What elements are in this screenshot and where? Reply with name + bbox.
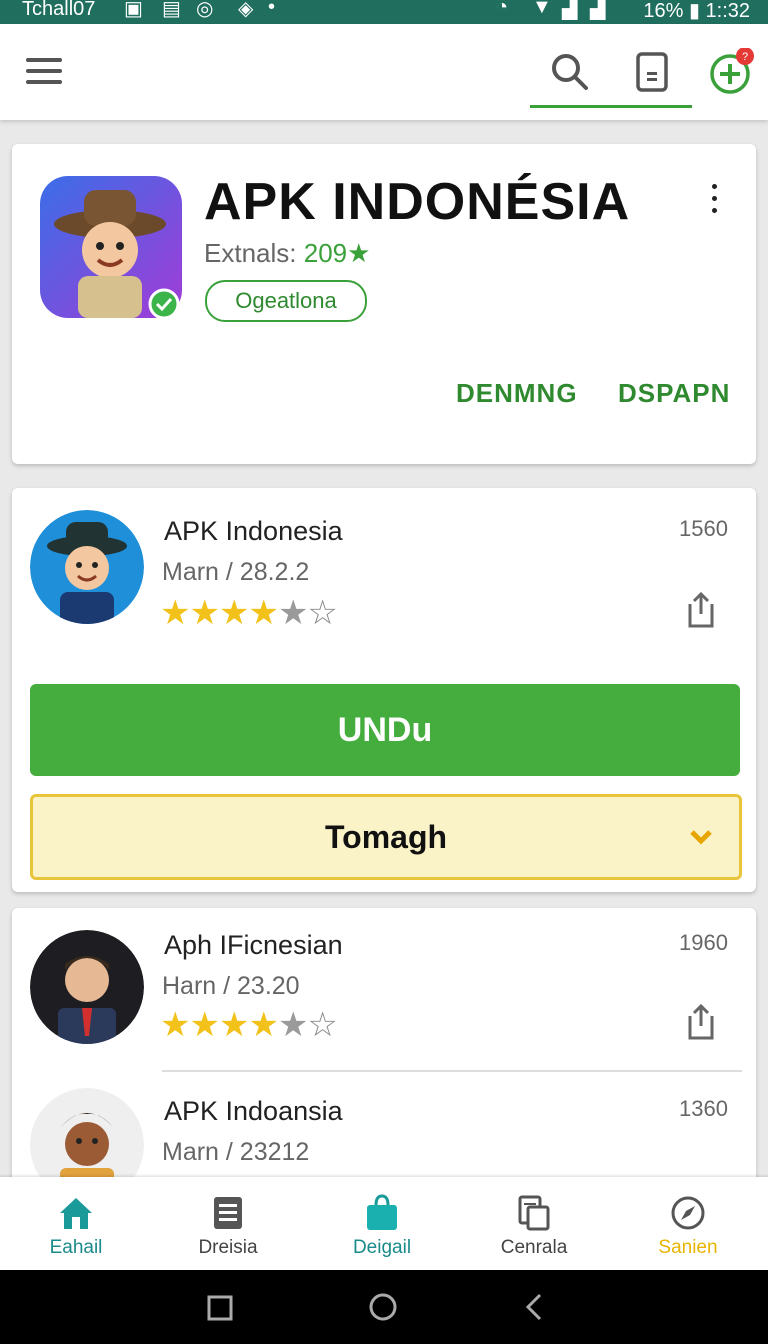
item-meta: Marn / 23212 bbox=[162, 1138, 310, 1166]
dropdown-select[interactable]: Tomagh bbox=[30, 794, 742, 880]
rating-stars: ★★★★★☆ bbox=[160, 1006, 338, 1044]
app-title: APK INDONÉSIA bbox=[204, 173, 631, 231]
star-half-icon: ★ bbox=[277, 1006, 309, 1044]
divider bbox=[162, 1070, 742, 1072]
item-title[interactable]: Aph IFicnesian bbox=[164, 930, 343, 961]
compass-icon bbox=[671, 1196, 705, 1230]
avatar[interactable] bbox=[30, 930, 144, 1044]
star-icon: ★ bbox=[218, 594, 250, 632]
hero-action-2-button[interactable]: DSPAPN bbox=[618, 378, 730, 409]
notification-icon: ◎ bbox=[196, 0, 214, 20]
app-bar: ? bbox=[0, 24, 768, 120]
download-button[interactable]: UNDu bbox=[30, 684, 740, 776]
share-icon[interactable] bbox=[684, 590, 718, 630]
nav-label: Dreisia bbox=[198, 1237, 258, 1258]
star-icon: ★ bbox=[347, 238, 371, 268]
home-icon bbox=[60, 1198, 92, 1229]
nav-item-shop[interactable]: Deigail bbox=[306, 1177, 458, 1270]
nav-label: Sanien bbox=[658, 1237, 718, 1258]
nav-item-home[interactable]: Eahail bbox=[0, 1177, 152, 1270]
avatar[interactable] bbox=[30, 510, 144, 624]
add-circle-icon[interactable]: ? bbox=[708, 48, 756, 96]
item-count: 1560 bbox=[679, 516, 728, 541]
toolbar-active-indicator bbox=[530, 105, 692, 108]
star-empty-icon: ☆ bbox=[307, 594, 338, 632]
star-icon: ★ bbox=[248, 594, 279, 632]
star-icon: ★ bbox=[160, 1006, 191, 1044]
nav-label: Cenrala bbox=[500, 1237, 568, 1258]
star-icon: ★ bbox=[248, 1006, 279, 1044]
status-bar: Tchall07 ▣ ▤ ◎ ◈ • ◔ ▼ ▟ ▟ 16% ▮ 1::32 bbox=[0, 0, 768, 24]
app-list-card: Aph IFicnesian Harn / 23.20 1960 ★★★★★☆ … bbox=[12, 908, 756, 1202]
battery-icon: ▮ bbox=[688, 0, 700, 22]
nav-item-explore[interactable]: Sanien bbox=[612, 1177, 764, 1270]
star-half-icon: ★ bbox=[277, 594, 309, 632]
signal-icon: ▟ bbox=[562, 0, 578, 20]
status-carrier: Tchall07 bbox=[22, 0, 96, 20]
app-subtitle: Extnals: 209★ bbox=[204, 238, 370, 269]
category-chip[interactable]: Ogeatlona bbox=[205, 280, 367, 322]
star-icon: ★ bbox=[218, 1006, 250, 1044]
battery-percent: 16% bbox=[643, 0, 684, 22]
status-right: 16% ▮ 1::32 bbox=[643, 0, 750, 23]
recent-apps-icon[interactable] bbox=[206, 1294, 234, 1322]
home-button-icon[interactable] bbox=[368, 1292, 398, 1322]
star-icon: ★ bbox=[189, 594, 220, 632]
alarm-icon: ◔ bbox=[496, 0, 509, 18]
item-title[interactable]: APK Indoansia bbox=[164, 1096, 343, 1127]
hero-card: APK INDONÉSIA Extnals: 209★ Ogeatlona DE… bbox=[12, 144, 756, 464]
notification-badge: ? bbox=[742, 51, 748, 63]
notification-icon: ▤ bbox=[162, 0, 181, 20]
app-icon[interactable] bbox=[40, 176, 182, 318]
item-count: 1960 bbox=[679, 930, 728, 955]
notification-icon: ▣ bbox=[124, 0, 143, 20]
app-card: APK Indonesia Marn / 28.2.2 1560 ★★★★★☆ … bbox=[12, 488, 756, 892]
item-meta: Harn / 23.20 bbox=[162, 972, 300, 1000]
star-icon: ★ bbox=[189, 1006, 220, 1044]
files-icon bbox=[518, 1195, 550, 1231]
signal-icon: ▟ bbox=[590, 0, 606, 20]
rating-stars: ★★★★★☆ bbox=[160, 594, 338, 632]
status-time: 1::32 bbox=[705, 0, 750, 22]
star-empty-icon: ☆ bbox=[307, 1006, 338, 1044]
subtitle-value: 209 bbox=[303, 238, 348, 268]
notification-icon: • bbox=[268, 0, 276, 18]
search-icon[interactable] bbox=[546, 48, 594, 96]
hero-action-1-button[interactable]: DENMNG bbox=[456, 378, 578, 409]
dropdown-label: Tomagh bbox=[324, 819, 448, 855]
chevron-down-icon bbox=[690, 830, 712, 845]
menu-icon[interactable] bbox=[26, 58, 62, 84]
notification-icon: ◈ bbox=[238, 0, 254, 20]
nav-item-list[interactable]: Dreisia bbox=[152, 1177, 304, 1270]
back-icon[interactable] bbox=[520, 1292, 548, 1322]
document-icon[interactable] bbox=[628, 48, 676, 96]
item-count: 1360 bbox=[679, 1096, 728, 1121]
star-icon: ★ bbox=[160, 594, 191, 632]
subtitle-label: Extnals: bbox=[204, 238, 297, 268]
share-icon[interactable] bbox=[684, 1002, 718, 1042]
item-meta: Marn / 28.2.2 bbox=[162, 558, 310, 586]
item-title[interactable]: APK Indonesia bbox=[164, 516, 343, 547]
wifi-icon: ▼ bbox=[532, 0, 552, 18]
nav-label: Deigail bbox=[352, 1237, 412, 1258]
bottom-navigation: Eahail Dreisia Deigail Cenrala Sanien bbox=[0, 1177, 768, 1270]
nav-label: Eahail bbox=[49, 1237, 103, 1258]
nav-item-files[interactable]: Cenrala bbox=[458, 1177, 610, 1270]
bag-icon bbox=[367, 1194, 397, 1230]
more-options-icon[interactable] bbox=[712, 184, 724, 220]
system-nav-bar bbox=[0, 1270, 768, 1344]
list-icon bbox=[214, 1197, 242, 1229]
